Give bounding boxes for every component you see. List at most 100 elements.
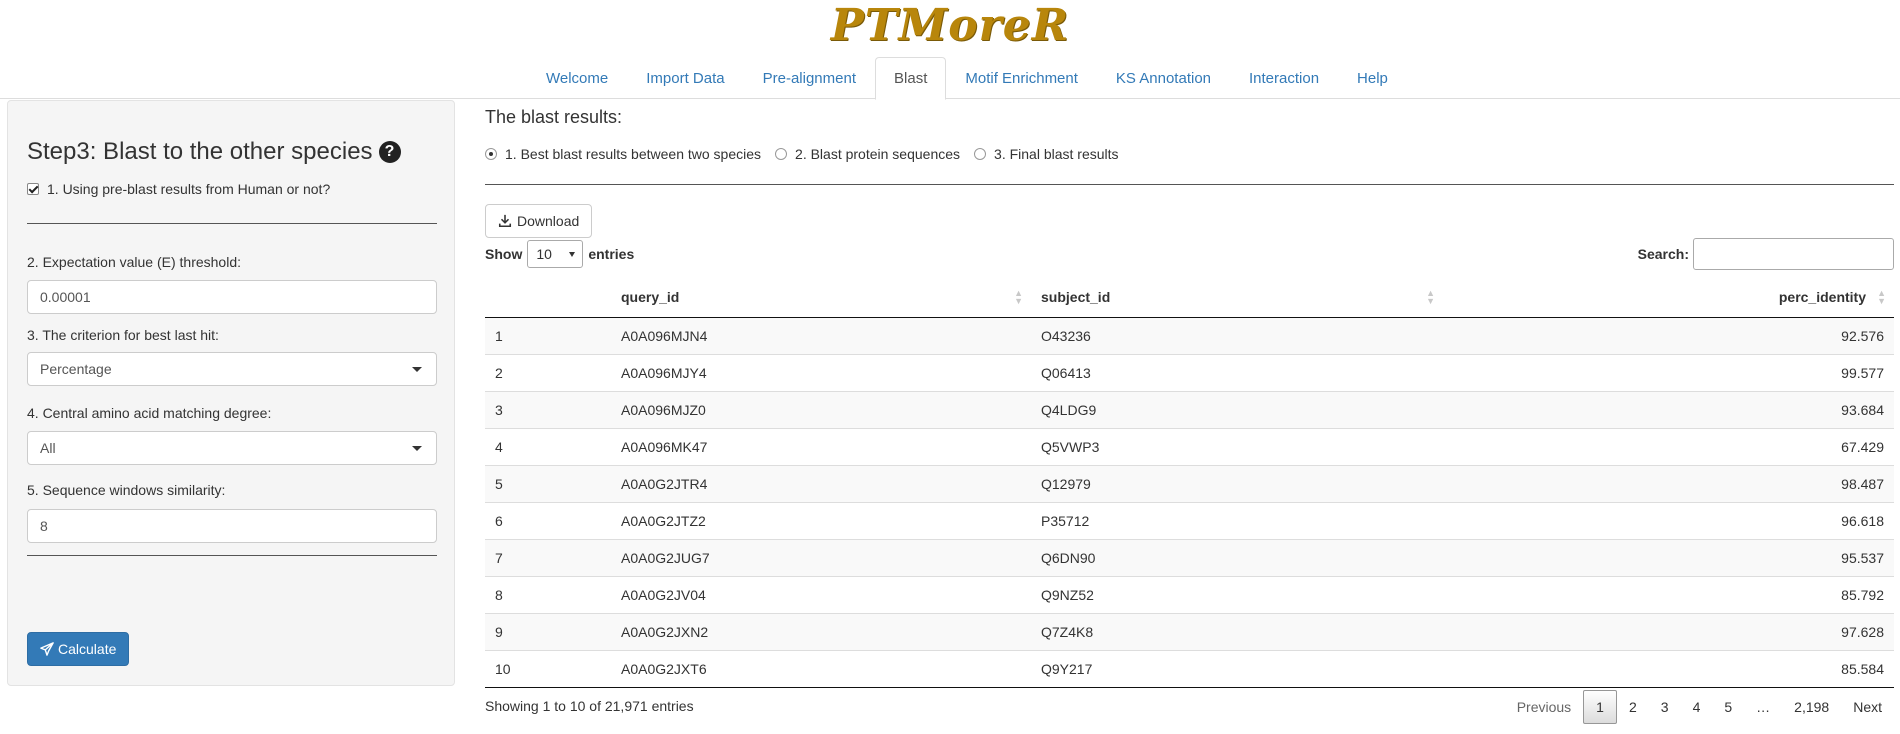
download-icon	[498, 214, 512, 228]
cell-query-id: A0A096MJN4	[611, 316, 1031, 354]
window-input[interactable]: 8	[27, 509, 437, 543]
central-label: 4. Central amino acid matching degree:	[27, 405, 272, 421]
cell-query-id: A0A0G2JUG7	[611, 538, 1031, 576]
page-ellipsis: …	[1756, 699, 1771, 715]
cell-perc-identity: 67.429	[1443, 427, 1894, 465]
table-row[interactable]: 4 A0A096MK47 Q5VWP3 67.429	[485, 427, 1894, 465]
cell-query-id: A0A0G2JV04	[611, 575, 1031, 613]
criterion-label: 3. The criterion for best last hit:	[27, 327, 219, 343]
divider	[485, 184, 1894, 185]
pre-blast-checkbox-row[interactable]: 1. Using pre-blast results from Human or…	[27, 181, 330, 197]
sort-icon: ▲ ▼	[1426, 288, 1435, 306]
cell-index: 5	[485, 464, 611, 502]
table-row[interactable]: 7 A0A0G2JUG7 Q6DN90 95.537	[485, 538, 1894, 576]
central-select[interactable]: All	[27, 431, 437, 465]
tab-ks-annotation[interactable]: KS Annotation	[1097, 57, 1230, 99]
table-header-row: query_id ▲ ▼ subject_id ▲ ▼ perc_identity …	[485, 277, 1894, 318]
page-link-2198[interactable]: 2,198	[1782, 690, 1841, 724]
result-type-option-3[interactable]: 3. Final blast results	[974, 146, 1119, 162]
radio-button[interactable]	[974, 148, 987, 160]
cell-query-id: A0A0G2JXT6	[611, 649, 1031, 688]
cell-subject-id: Q06413	[1031, 353, 1443, 391]
divider	[27, 223, 437, 224]
search-input[interactable]	[1693, 238, 1894, 270]
results-table: query_id ▲ ▼ subject_id ▲ ▼ perc_identity …	[485, 277, 1894, 688]
table-row[interactable]: 6 A0A0G2JTZ2 P35712 96.618	[485, 501, 1894, 539]
step-title: Step3: Blast to the other species?	[27, 138, 401, 166]
download-button[interactable]: Download	[485, 204, 593, 238]
cell-query-id: A0A096MJY4	[611, 353, 1031, 391]
tab-import-data[interactable]: Import Data	[627, 57, 743, 99]
result-type-option-1[interactable]: 1. Best blast results between two specie…	[485, 146, 761, 162]
window-label: 5. Sequence windows similarity:	[27, 482, 226, 498]
page-link-5[interactable]: 5	[1712, 690, 1744, 724]
evalue-input[interactable]: 0.00001	[27, 280, 437, 314]
tab-pre-alignment[interactable]: Pre-alignment	[744, 57, 875, 99]
table-row[interactable]: 9 A0A0G2JXN2 Q7Z4K8 97.628	[485, 612, 1894, 650]
cell-query-id: A0A0G2JXN2	[611, 612, 1031, 650]
criterion-select-value: Percentage	[40, 361, 112, 377]
column-header-index	[485, 277, 611, 318]
chevron-down-icon	[412, 367, 422, 372]
radio-button[interactable]	[775, 148, 788, 160]
radio-label: 1. Best blast results between two specie…	[505, 146, 762, 162]
page-link-4[interactable]: 4	[1681, 690, 1713, 724]
column-header-label: query_id	[621, 288, 680, 305]
cell-index: 6	[485, 501, 611, 539]
tab-motif-enrichment[interactable]: Motif Enrichment	[946, 57, 1097, 99]
entries-label: entries	[588, 246, 635, 262]
question-circle-icon[interactable]: ?	[378, 141, 401, 163]
evalue-label: 2. Expectation value (E) threshold:	[27, 254, 242, 270]
calculate-button-label: Calculate	[58, 641, 117, 657]
table-row[interactable]: 2 A0A096MJY4 Q06413 99.577	[485, 353, 1894, 391]
radio-button[interactable]	[485, 148, 497, 160]
results-title: The blast results:	[485, 107, 623, 127]
cell-index: 4	[485, 427, 611, 465]
cell-perc-identity: 95.537	[1443, 538, 1894, 576]
column-header-label: subject_id	[1041, 288, 1111, 305]
table-row[interactable]: 8 A0A0G2JV04 Q9NZ52 85.792	[485, 575, 1894, 613]
column-header-perc-identity[interactable]: perc_identity ▲ ▼	[1443, 277, 1894, 318]
page-length-control: Show 10 entries	[485, 240, 634, 268]
cell-index: 10	[485, 649, 611, 688]
app-logo: PTMoreR	[0, 0, 1900, 56]
criterion-select[interactable]: Percentage	[27, 352, 437, 386]
tab-interaction[interactable]: Interaction	[1230, 57, 1338, 99]
cell-index: 9	[485, 612, 611, 650]
app-logo-text: PTMoreR	[830, 0, 1070, 51]
central-select-value: All	[40, 440, 56, 456]
calculate-button[interactable]: Calculate	[27, 632, 130, 666]
cell-perc-identity: 92.576	[1443, 316, 1894, 354]
sort-icon: ▲ ▼	[1014, 288, 1023, 306]
cell-index: 7	[485, 538, 611, 576]
pagination: Previous 1 2 3 4 5 … 2,198 Next	[1505, 690, 1894, 724]
page-link-1[interactable]: 1	[1583, 690, 1617, 724]
page-link-3[interactable]: 3	[1649, 690, 1681, 724]
page-link-2[interactable]: 2	[1617, 690, 1649, 724]
table-row[interactable]: 5 A0A0G2JTR4 Q12979 98.487	[485, 464, 1894, 502]
cell-query-id: A0A096MJZ0	[611, 390, 1031, 428]
result-type-option-2[interactable]: 2. Blast protein sequences	[775, 146, 960, 162]
download-button-label: Download	[517, 213, 580, 229]
cell-subject-id: Q9NZ52	[1031, 575, 1443, 613]
tab-help[interactable]: Help	[1338, 57, 1407, 99]
result-type-radios: 1. Best blast results between two specie…	[485, 146, 1133, 162]
cell-subject-id: P35712	[1031, 501, 1443, 539]
table-row[interactable]: 10 A0A0G2JXT6 Q9Y217 85.584	[485, 649, 1894, 688]
column-header-subject-id[interactable]: subject_id ▲ ▼	[1031, 277, 1443, 318]
next-page-button[interactable]: Next	[1841, 690, 1894, 724]
cell-perc-identity: 85.584	[1443, 649, 1894, 688]
column-header-label: perc_identity	[1778, 288, 1866, 305]
sort-icon: ▲ ▼	[1877, 288, 1886, 306]
tab-blast[interactable]: Blast	[875, 57, 947, 100]
column-header-query-id[interactable]: query_id ▲ ▼	[611, 277, 1031, 318]
table-row[interactable]: 1 A0A096MJN4 O43236 92.576	[485, 316, 1894, 354]
table-search: Search:	[1638, 238, 1894, 270]
table-row[interactable]: 3 A0A096MJZ0 Q4LDG9 93.684	[485, 390, 1894, 428]
tab-welcome[interactable]: Welcome	[527, 57, 627, 99]
cell-subject-id: Q7Z4K8	[1031, 612, 1443, 650]
previous-page-button[interactable]: Previous	[1505, 690, 1583, 724]
pre-blast-checkbox[interactable]	[27, 183, 39, 195]
cell-perc-identity: 98.487	[1443, 464, 1894, 502]
page-length-select[interactable]: 10	[527, 240, 584, 268]
